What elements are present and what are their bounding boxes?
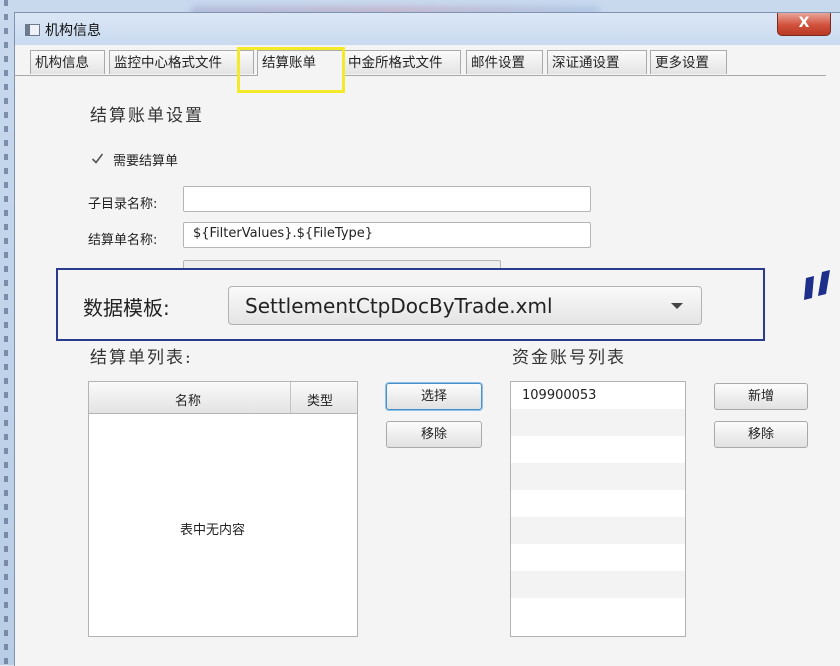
- list-item[interactable]: [511, 598, 685, 625]
- highlight-box: [237, 47, 345, 93]
- close-button[interactable]: X: [777, 13, 831, 36]
- add-account-button[interactable]: 新增: [714, 383, 808, 410]
- column-header-type[interactable]: 类型: [307, 390, 333, 409]
- template-selected-value: SettlementCtpDocByTrade.xml: [245, 294, 553, 318]
- table-empty-placeholder: 表中无内容: [180, 523, 246, 538]
- subdir-label: 子目录名称:: [88, 197, 158, 212]
- list-item[interactable]: [511, 463, 685, 490]
- filename-input[interactable]: ${FilterValues}.${FileType}: [183, 222, 591, 248]
- column-header-name[interactable]: 名称: [175, 390, 201, 409]
- account-list-heading: 资金账号列表: [512, 348, 626, 368]
- list-item[interactable]: [511, 544, 685, 571]
- need-settlement-checkbox[interactable]: [91, 152, 104, 165]
- list-item[interactable]: 109900053: [511, 382, 685, 409]
- list-item[interactable]: [511, 409, 685, 436]
- template-select[interactable]: SettlementCtpDocByTrade.xml: [228, 286, 702, 325]
- settlement-table[interactable]: 名称 类型 表中无内容: [88, 381, 358, 637]
- tab-more-settings[interactable]: 更多设置: [650, 50, 727, 74]
- remove-account-button[interactable]: 移除: [714, 421, 808, 448]
- settlement-list-heading: 结算单列表:: [90, 348, 193, 368]
- select-button[interactable]: 选择: [386, 383, 482, 410]
- settings-heading: 结算账单设置: [90, 106, 204, 126]
- filename-label: 结算单名称:: [88, 233, 158, 248]
- list-item[interactable]: [511, 571, 685, 598]
- template-label: 数据模板:: [83, 296, 170, 320]
- column-divider: [290, 382, 291, 413]
- tab-org-info[interactable]: 机构信息: [30, 50, 105, 74]
- window-title: 机构信息: [45, 23, 101, 39]
- tab-mail-settings[interactable]: 邮件设置: [466, 50, 543, 74]
- list-item[interactable]: [511, 490, 685, 517]
- table-header: 名称 类型: [89, 382, 357, 414]
- title-bar[interactable]: 机构信息 X: [15, 13, 840, 45]
- tab-monitor-format[interactable]: 监控中心格式文件: [109, 50, 254, 74]
- remove-settlement-button[interactable]: 移除: [386, 421, 482, 448]
- chevron-down-icon[interactable]: [671, 303, 683, 309]
- tab-cffex-format[interactable]: 中金所格式文件: [343, 50, 461, 74]
- need-settlement-label: 需要结算单: [113, 154, 179, 169]
- subdir-input[interactable]: [183, 186, 591, 212]
- account-list[interactable]: 109900053: [510, 381, 686, 637]
- tab-bar: 机构信息 监控中心格式文件 结算账单 中金所格式文件 邮件设置 深证通设置 更多…: [14, 50, 826, 76]
- template-zoom-callout: 数据模板: SettlementCtpDocByTrade.xml: [56, 268, 765, 341]
- background-decoration: [4, 0, 8, 665]
- window-icon: [25, 24, 40, 36]
- callout-quote-mark: [804, 270, 830, 300]
- tab-sztong-settings[interactable]: 深证通设置: [547, 50, 647, 74]
- list-item[interactable]: [511, 517, 685, 544]
- list-item[interactable]: [511, 436, 685, 463]
